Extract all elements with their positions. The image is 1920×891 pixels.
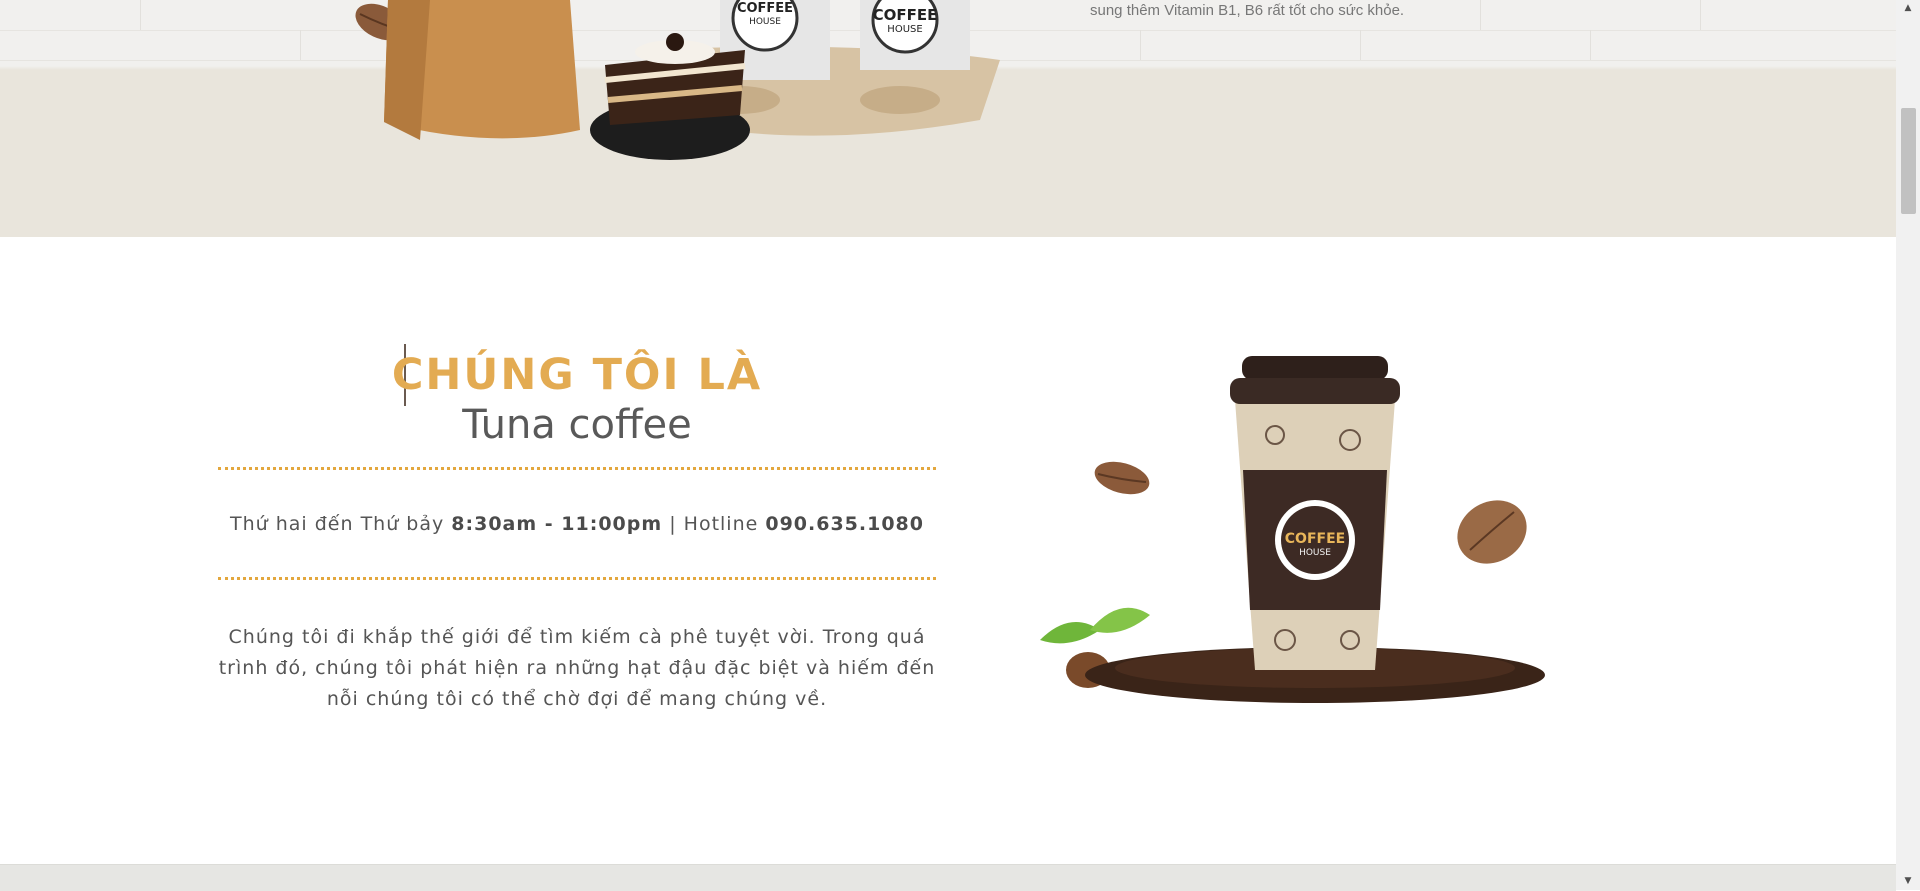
divider-top <box>218 467 936 470</box>
scroll-up-arrow-icon[interactable]: ▲ <box>1896 0 1920 17</box>
hero-cup1-logo-sub: HOUSE <box>749 17 781 27</box>
hero-text: sung thêm Vitamin B1, B6 rất tốt cho sức… <box>1090 2 1405 19</box>
scroll-down-arrow-icon[interactable]: ▼ <box>1896 873 1920 890</box>
hero-product-image: COFFEE HOUSE COFFEE HOUSE <box>355 0 1000 160</box>
about-subtitle: Tuna coffee <box>462 402 692 448</box>
hero-banner: COFFEE HOUSE COFFEE HOUSE sung thêm Vita… <box>0 0 1896 237</box>
divider-bottom <box>218 577 936 580</box>
cup-logo-top: COFFEE <box>1285 531 1345 547</box>
scroll-thumb[interactable] <box>1901 108 1916 214</box>
hero-cup2-logo-sub: HOUSE <box>887 24 922 35</box>
about-title: CHÚNG TÔI LÀ <box>391 350 763 400</box>
next-section-edge <box>0 864 1896 891</box>
coffee-cup-image: COFFEE HOUSE <box>1040 356 1545 703</box>
hero-cup1-logo: COFFEE <box>737 1 793 16</box>
hero-cup2-logo: COFFEE <box>873 6 938 24</box>
cup-logo-bottom: HOUSE <box>1299 548 1331 558</box>
about-description: Chúng tôi đi khắp thế giới để tìm kiếm c… <box>218 626 936 710</box>
opening-hours: Thứ hai đến Thứ bảy 8:30am - 11:00pm | H… <box>218 513 936 535</box>
page-scrollbar[interactable]: ▲ ▼ <box>1896 0 1920 890</box>
hours-prefix: Thứ hai đến Thứ bảy <box>230 513 452 535</box>
hours-time: 8:30am - 11:00pm <box>451 513 663 535</box>
hours-separator: | Hotline <box>662 513 766 535</box>
hotline-number[interactable]: 090.635.1080 <box>765 513 924 535</box>
